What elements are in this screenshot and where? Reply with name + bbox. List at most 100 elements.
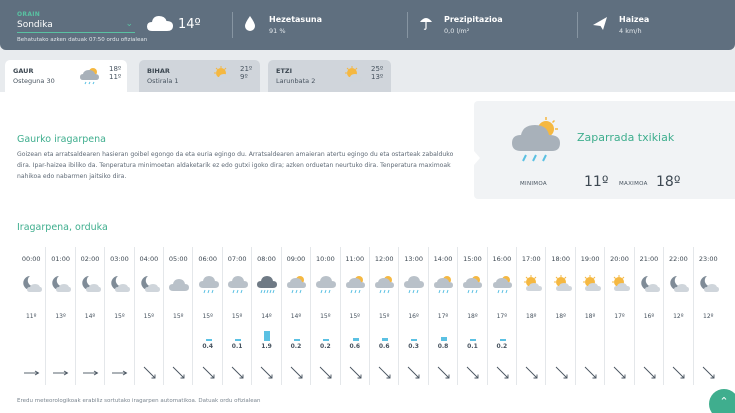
hour-time: 09:00 [286,255,306,263]
hour-temperature: 12º [703,313,714,320]
wind-arrow-icon [523,364,540,379]
tab-day-after[interactable]: ETZI Larunbata 2 25º 13º [268,60,391,92]
hour-column: 10:00 15º 0.2 [311,247,341,385]
hour-temperature: 16º [643,313,655,320]
hour-temperature: 15º [173,313,184,320]
cloud-sun-rain-icon [433,274,455,294]
hour-precipitation: 0.6 [349,343,361,350]
precipitation-value: 0,0 l/m² [444,27,470,35]
hour-column: 19:00 18º [576,247,606,385]
hour-time: 20:00 [610,255,629,263]
sun-cloud-icon [580,274,602,294]
hour-time: 12:00 [374,255,394,263]
wind-arrow-icon [611,364,628,379]
hour-temperature: 15º [320,313,331,320]
moon-cloud-icon [698,274,720,294]
tab-tomorrow[interactable]: BIHAR Ostirala 1 21º 9º [139,60,260,92]
hour-column: 18:00 18º [547,247,576,385]
hour-temperature: 14º [261,313,272,320]
sun-cloud-icon [551,274,573,294]
hourly-forecast-table[interactable]: 00:00 11º 01:00 13º 02:00 14º 03:00 15º 04:00 15º… [17,247,723,385]
cloud-rain-icon [198,274,220,294]
wind-direction-icon [592,15,607,31]
rain-bar [205,339,212,341]
sun-cloud-icon [609,274,631,294]
hour-temperature: 17º [496,313,508,320]
hour-temperature: 15º [231,313,243,320]
rain-bar [382,338,388,341]
chevron-down-icon: ⌄ [125,19,133,29]
hour-precipitation: 0.1 [231,343,243,350]
hour-column: 11:00 15º 0.6 [341,247,370,385]
hour-temperature: 15º [349,313,360,320]
wind-arrow-icon [405,364,422,379]
hour-time: 10:00 [315,255,335,263]
hour-temperature: 18º [555,313,566,320]
tab-min-temp: 9º [240,73,248,81]
cloud-icon [168,274,190,294]
wind-value: 4 km/h [619,27,642,35]
cloud-sun-rain-icon [462,274,484,294]
moon-cloud-icon [80,274,102,294]
dark-cloud-rain-icon [256,274,278,294]
wind-arrow-icon [23,364,40,377]
hour-temperature: 18º [467,313,478,320]
moon-cloud-icon [639,274,661,294]
wind-arrow-icon [200,364,217,379]
hour-column: 16:00 17º 0.2 [488,247,518,385]
hour-column: 07:00 15º 0.1 [223,247,253,385]
forecast-title: Gaurko iragarpena [17,134,106,145]
wind-arrow-icon [464,364,481,379]
hour-temperature: 13º [55,313,66,320]
wind-arrow-icon [288,364,305,379]
tab-max-temp: 21º [240,65,253,73]
hour-temperature: 15º [143,313,155,320]
summary-pointer [474,151,480,165]
rain-bar [440,337,447,341]
hour-column: 17:00 18º [517,247,547,385]
summary-description: Zaparrada txikiak [577,131,675,144]
cloud-sun-rain-icon [374,274,396,294]
hour-column: 12:00 15º 0.6 [370,247,400,385]
wind-arrow-icon [229,364,246,379]
min-temp-value: 11º [584,174,609,190]
cloud-sun-rain-icon [345,274,367,294]
drop-icon [244,15,258,31]
hour-temperature: 11º [25,313,37,320]
hour-time: 16:00 [492,255,512,263]
tab-day-label: BIHAR [147,67,170,75]
hour-precipitation: 0.4 [202,343,214,350]
hour-time: 01:00 [51,255,70,263]
wind-arrow-icon [170,364,187,379]
humidity-value: 91 % [269,27,286,35]
rain-bar [234,339,241,341]
hour-precipitation: 0.2 [496,343,508,350]
wind-arrow-icon [376,364,393,379]
tab-today[interactable]: GAUR Osteguna 30 18º 11º [5,60,127,93]
hour-column: 22:00 12º [664,247,694,385]
hour-column: 09:00 14º 0.2 [282,247,312,385]
hour-time: 22:00 [668,255,688,263]
hour-precipitation: 0.6 [378,343,390,350]
hour-column: 23:00 12º [694,247,723,385]
rain-bar [264,331,271,341]
current-conditions-bar: ORAIN Sondika ⌄ Behatutako azken datuak … [0,0,735,50]
location-select[interactable]: Sondika ⌄ [17,19,135,33]
wind-arrow-icon [641,364,658,379]
wind-arrow-icon [494,364,511,379]
hour-temperature: 18º [584,313,596,320]
hour-time: 04:00 [139,255,159,263]
tab-day-label: GAUR [13,67,34,75]
wind-arrow-icon [700,364,717,379]
hour-column: 02:00 14º [76,247,106,385]
hour-time: 18:00 [551,255,571,263]
hour-column: 14:00 17º 0.8 [429,247,459,385]
scroll-top-button[interactable]: ⌃ [709,389,735,413]
cloud-rain-icon [227,274,249,294]
hour-precipitation: 0.8 [437,343,449,350]
rain-bar [411,339,418,341]
hourly-title: Iragarpena, orduka [17,222,108,233]
wind-arrow-icon [553,364,570,379]
tab-max-temp: 25º [371,65,384,73]
hour-column: 21:00 16º [635,247,665,385]
